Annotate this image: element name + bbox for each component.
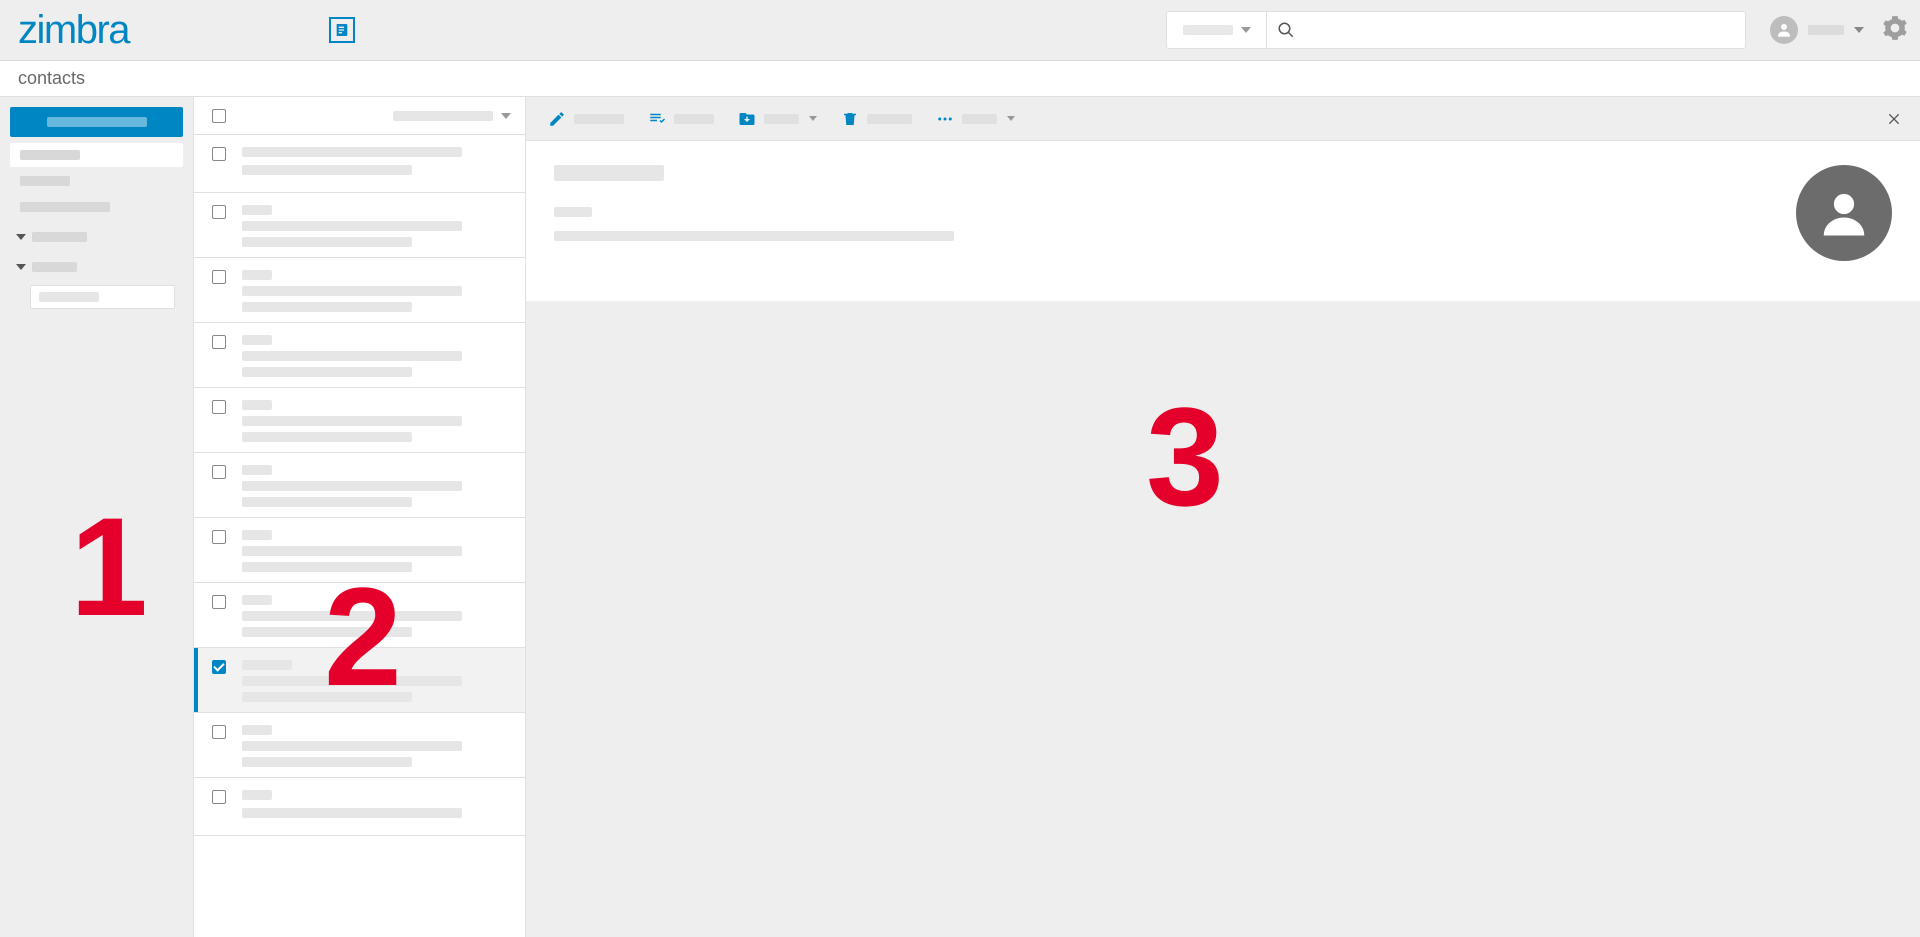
chevron-down-icon	[16, 234, 26, 240]
gear-icon	[1882, 15, 1908, 41]
user-menu[interactable]	[1770, 16, 1864, 44]
contact-row[interactable]	[194, 778, 525, 836]
contact-checkbox[interactable]	[212, 595, 226, 609]
contact-row[interactable]	[194, 648, 525, 713]
chevron-down-icon	[1241, 27, 1251, 33]
tag-input[interactable]	[30, 285, 175, 309]
contact-row[interactable]	[194, 323, 525, 388]
annotation-3: 3	[1146, 387, 1224, 527]
chevron-down-icon	[809, 116, 817, 121]
sidebar-section-header[interactable]	[10, 255, 183, 279]
contact-checkbox[interactable]	[212, 270, 226, 284]
detail-toolbar	[526, 97, 1920, 141]
chevron-down-icon	[16, 264, 26, 270]
contact-checkbox[interactable]	[212, 335, 226, 349]
toolbar-edit-button[interactable]	[538, 105, 634, 133]
contact-detail-card	[526, 141, 1920, 301]
main-layout: 1 2	[0, 97, 1920, 937]
contact-row[interactable]	[194, 713, 525, 778]
chevron-down-icon	[1854, 27, 1864, 33]
top-bar: zimbra	[0, 0, 1920, 61]
move-icon	[738, 110, 756, 128]
sidebar-folder-item[interactable]	[10, 195, 183, 219]
edit-icon	[548, 110, 566, 128]
settings-button[interactable]	[1882, 15, 1908, 46]
sidebar: 1	[0, 97, 194, 937]
person-icon	[1817, 186, 1871, 240]
page-title: contacts	[18, 68, 85, 89]
delete-icon	[841, 110, 859, 128]
search-icon	[1277, 21, 1295, 39]
contact-row[interactable]	[194, 518, 525, 583]
breadcrumb: contacts	[0, 61, 1920, 97]
detail-panel: 3	[526, 97, 1920, 937]
contact-list-panel: 2	[194, 97, 526, 937]
contact-checkbox[interactable]	[212, 660, 226, 674]
search-container	[1166, 11, 1746, 49]
contact-checkbox[interactable]	[212, 205, 226, 219]
user-avatar-icon	[1770, 16, 1798, 44]
app-switcher-contacts-icon[interactable]	[329, 17, 355, 43]
annotation-1: 1	[70, 497, 148, 637]
chevron-down-icon	[1007, 116, 1015, 121]
select-all-checkbox[interactable]	[212, 109, 226, 123]
new-contact-button[interactable]	[10, 107, 183, 137]
contact-row[interactable]	[194, 388, 525, 453]
contact-row[interactable]	[194, 583, 525, 648]
toolbar-delete-button[interactable]	[831, 105, 922, 133]
contact-checkbox[interactable]	[212, 147, 226, 161]
sidebar-folder-item[interactable]	[10, 169, 183, 193]
search-input[interactable]	[1303, 21, 1735, 40]
contact-list[interactable]	[194, 135, 525, 937]
contact-checkbox[interactable]	[212, 725, 226, 739]
search-scope-dropdown[interactable]	[1166, 11, 1266, 49]
search-box[interactable]	[1266, 11, 1746, 49]
contact-avatar	[1796, 165, 1892, 261]
contact-row[interactable]	[194, 193, 525, 258]
contact-list-header	[194, 97, 525, 135]
sidebar-section-header[interactable]	[10, 225, 183, 249]
chevron-down-icon	[501, 113, 511, 119]
contact-checkbox[interactable]	[212, 400, 226, 414]
assign-icon	[648, 110, 666, 128]
contact-row[interactable]	[194, 258, 525, 323]
contact-row[interactable]	[194, 135, 525, 193]
contact-checkbox[interactable]	[212, 790, 226, 804]
contact-checkbox[interactable]	[212, 465, 226, 479]
contact-detail-info	[554, 165, 1776, 277]
contact-row[interactable]	[194, 453, 525, 518]
sort-dropdown[interactable]	[393, 111, 511, 121]
more-icon	[936, 110, 954, 128]
user-name	[1808, 25, 1844, 35]
brand-logo: zimbra	[18, 8, 129, 53]
close-icon	[1886, 111, 1902, 127]
toolbar-more-button[interactable]	[926, 105, 1025, 133]
contact-checkbox[interactable]	[212, 530, 226, 544]
sidebar-folder-item[interactable]	[10, 143, 183, 167]
close-button[interactable]	[1880, 105, 1908, 133]
toolbar-move-button[interactable]	[728, 105, 827, 133]
toolbar-assign-button[interactable]	[638, 105, 724, 133]
